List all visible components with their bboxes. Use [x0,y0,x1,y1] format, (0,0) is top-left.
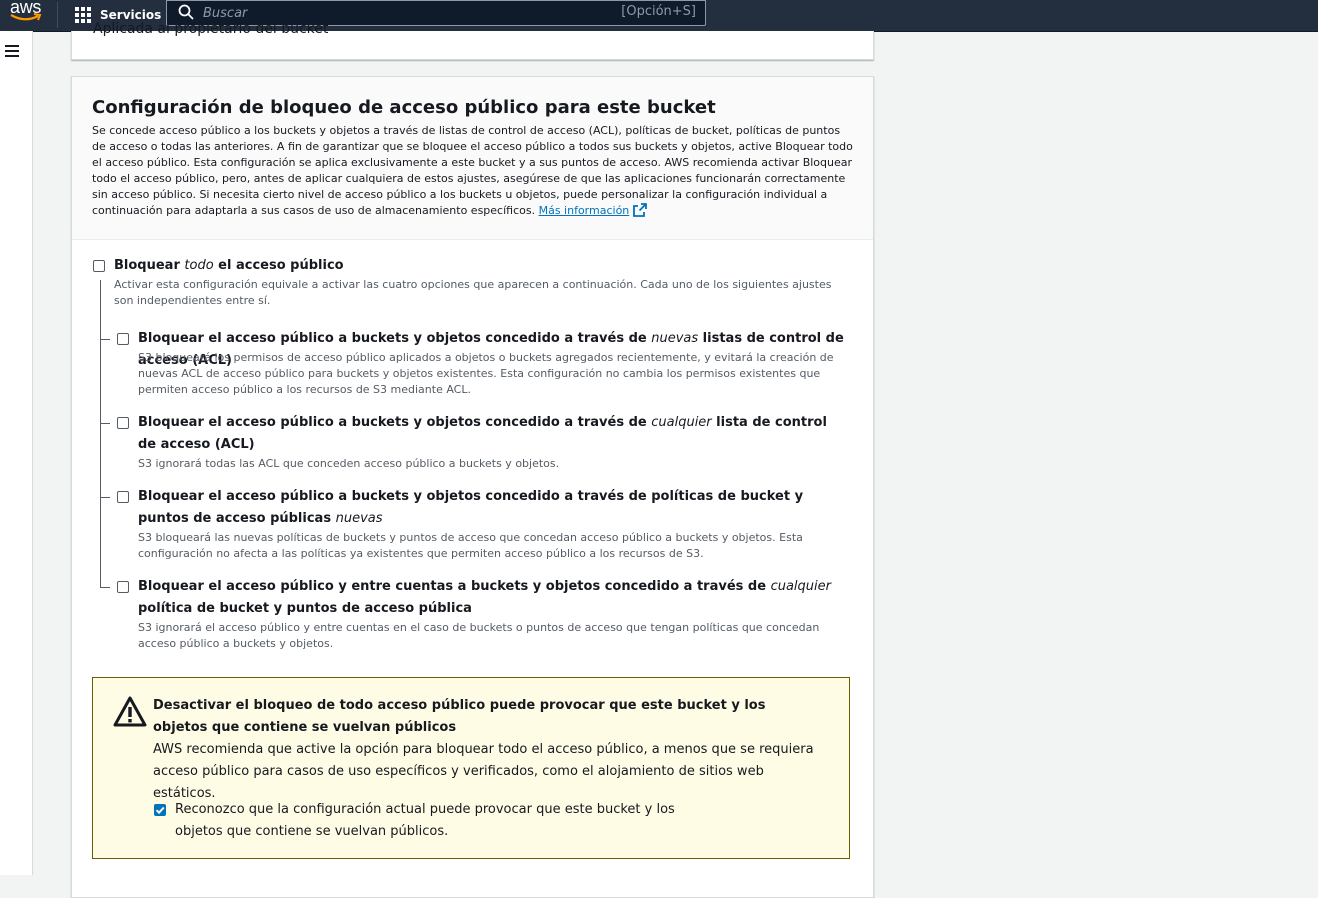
block-public-access-panel: Configuración de bloqueo de acceso públi… [71,76,874,898]
block-all-title: Bloquear todo el acceso público [114,255,814,277]
warning-triangle-icon [113,696,147,727]
search-shortcut-hint: [Opción+S] [621,4,696,19]
public-access-warning: Desactivar el bloqueo de todo acceso púb… [92,677,850,859]
panel-description: Se concede acceso público a los buckets … [92,123,854,219]
block-any-policies-title-em: cualquier [770,579,831,594]
checkmark-icon [155,806,165,815]
acknowledge-label: Reconozco que la configuración actual pu… [175,802,675,839]
block-all-title-em: todo [184,258,214,273]
aws-logo[interactable]: aws [10,0,44,28]
block-new-acl-description: S3 bloqueará los permisos de acceso públ… [138,351,834,396]
block-new-acl-title-pre: Bloquear el acceso público a buckets y o… [138,331,652,346]
aws-smile-icon [10,13,42,21]
panel-title: Configuración de bloqueo de acceso públi… [92,97,716,118]
block-new-acl-checkbox[interactable] [117,333,129,345]
block-any-acl-checkbox[interactable] [117,417,129,429]
search-icon [178,4,194,20]
external-link-icon [633,203,648,217]
block-any-acl-title-em: cualquier [651,415,712,430]
panel-header: Configuración de bloqueo de acceso públi… [72,77,873,240]
block-any-acl-description: S3 ignorará todas las ACL que conceden a… [138,457,560,470]
block-all-title-post: el acceso público [213,258,344,273]
warning-body: AWS recomienda que active la opción para… [153,742,814,801]
block-any-policies-checkbox[interactable] [117,581,129,593]
block-any-acl-title-pre: Bloquear el acceso público a buckets y o… [138,415,652,430]
block-all-checkbox[interactable] [93,260,105,272]
block-all-title-pre: Bloquear [114,258,185,273]
warning-title: Desactivar el bloqueo de todo acceso púb… [153,698,766,735]
block-any-policies-title: Bloquear el acceso público y entre cuent… [138,576,848,620]
nav-divider [57,2,58,28]
block-any-policies-description: S3 ignorará el acceso público y entre cu… [138,621,820,650]
block-any-acl-title: Bloquear el acceso público a buckets y o… [138,412,828,456]
block-new-policies-title-pre: Bloquear el acceso público a buckets y o… [138,489,804,526]
hamburger-icon[interactable] [5,45,19,57]
block-new-policies-description: S3 bloqueará las nuevas políticas de buc… [138,531,803,560]
acknowledge-checkbox[interactable] [154,804,166,816]
block-any-policies-title-pre: Bloquear el acceso público y entre cuent… [138,579,771,594]
object-ownership-panel: Aplicada al propietario del bucket [71,21,874,60]
learn-more-link[interactable]: Más información [538,203,648,217]
block-new-acl-title-em: nuevas [651,331,699,346]
learn-more-label: Más información [538,204,630,217]
panel-description-text: Se concede acceso público a los buckets … [92,124,853,217]
tree-branch [100,339,110,340]
block-new-policies-title: Bloquear el acceso público a buckets y o… [138,486,858,530]
tree-branch [100,423,110,424]
object-ownership-value: Aplicada al propietario del bucket [93,21,329,37]
services-label: Servicios [100,8,162,22]
tree-branch [100,587,110,588]
tree-connector [100,280,101,587]
tree-branch [100,497,110,498]
block-all-description: Activar esta configuración equivale a ac… [114,278,832,307]
block-new-policies-checkbox[interactable] [117,491,129,503]
grid-icon [75,7,91,23]
block-new-policies-title-em: nuevas [335,511,383,526]
block-any-policies-title-post: política de bucket y puntos de acceso pú… [138,601,472,616]
side-navigation-rail [0,31,33,875]
